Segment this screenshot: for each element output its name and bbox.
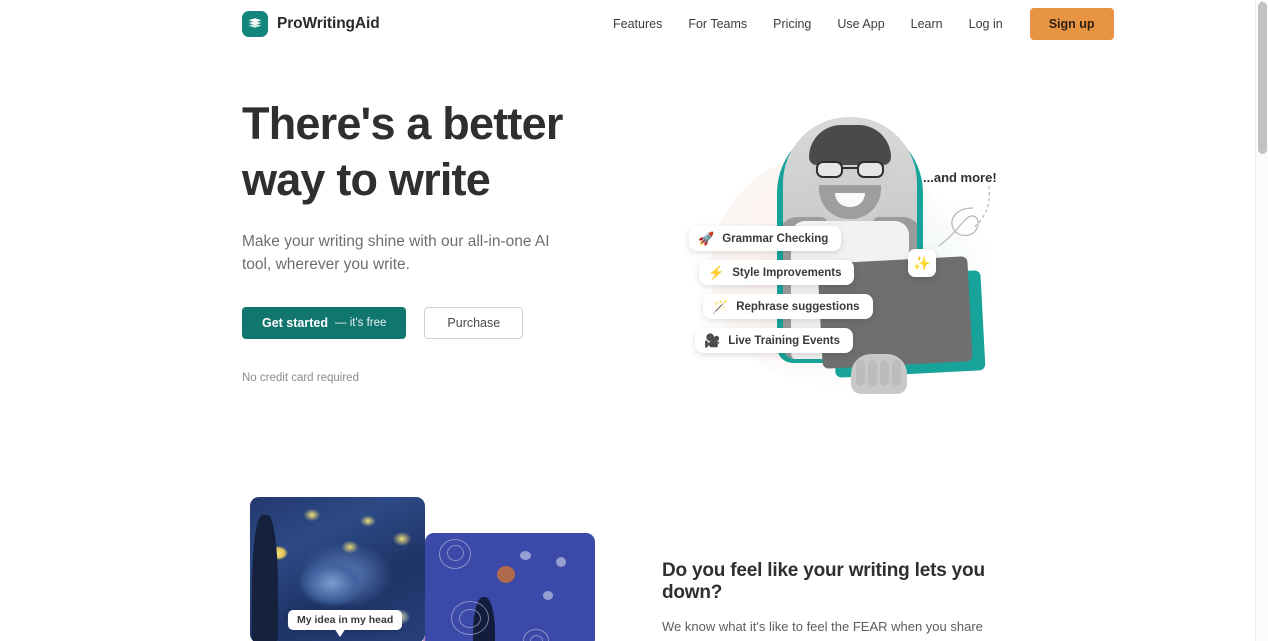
hero-illustration: 🚀 Grammar Checking ⚡ Style Improvements …: [655, 92, 1045, 394]
video-camera-icon: 🎥: [704, 333, 721, 348]
cypress-tree: [252, 515, 278, 641]
scrollbar-thumb[interactable]: [1258, 2, 1267, 154]
brand-name: ProWritingAid: [277, 15, 380, 32]
no-credit-card-note: No credit card required: [242, 372, 359, 384]
hero-content: There's a better way to write Make your …: [242, 96, 642, 384]
page-title: There's a better way to write: [242, 96, 642, 208]
brand-logo[interactable]: ProWritingAid: [242, 11, 380, 37]
chip-grammar-checking[interactable]: 🚀 Grammar Checking: [689, 226, 842, 251]
and-more-label: ...and more!: [923, 170, 997, 185]
hair: [809, 125, 891, 165]
chip-label: Live Training Events: [728, 334, 841, 347]
glasses-icon: [816, 161, 884, 178]
sparkle-icon: ✨: [908, 249, 936, 277]
signup-button[interactable]: Sign up: [1029, 8, 1114, 40]
orange-dot-decoration: [497, 566, 515, 583]
rocket-icon: 🚀: [698, 231, 715, 246]
hand: [851, 354, 907, 394]
magic-wand-icon: 🪄: [712, 299, 729, 314]
hero-title-line-2: way to write: [242, 154, 491, 205]
nav-log-in[interactable]: Log in: [956, 11, 1016, 37]
flat-artwork-panel: [425, 533, 595, 641]
chip-rephrase-suggestions[interactable]: 🪄 Rephrase suggestions: [703, 294, 873, 319]
get-started-free-suffix: — it's free: [335, 317, 387, 329]
lower-section-body: We know what it's like to feel the FEAR …: [662, 619, 1001, 641]
chip-live-training-events[interactable]: 🎥 Live Training Events: [695, 328, 854, 353]
lower-section-title: Do you feel like your writing lets you d…: [662, 560, 985, 603]
hero-title-line-1: There's a better: [242, 98, 563, 149]
chip-style-improvements[interactable]: ⚡ Style Improvements: [699, 260, 855, 285]
site-header: ProWritingAid Features For Teams Pricing…: [0, 0, 1255, 48]
nav-learn[interactable]: Learn: [898, 11, 956, 37]
page-scrollbar[interactable]: [1255, 0, 1268, 641]
idea-bubble-label: My idea in my head: [288, 610, 403, 630]
feature-chip-list: 🚀 Grammar Checking ⚡ Style Improvements …: [689, 226, 873, 353]
chip-label: Grammar Checking: [722, 232, 829, 245]
idea-bubble-tail: [334, 628, 346, 637]
chip-label: Style Improvements: [732, 266, 842, 279]
chip-label: Rephrase suggestions: [736, 300, 860, 313]
hero-cta-group: Get started — it's free Purchase: [242, 307, 642, 339]
get-started-label: Get started: [262, 316, 328, 330]
nav-for-teams[interactable]: For Teams: [675, 11, 760, 37]
nav-features[interactable]: Features: [600, 11, 675, 37]
artwork-comparison: My idea in my head: [250, 497, 595, 641]
lower-section-text: Do you feel like your writing lets you d…: [662, 560, 1022, 641]
purchase-button[interactable]: Purchase: [424, 307, 524, 339]
nav-use-app[interactable]: Use App: [824, 11, 897, 37]
book-logo-icon: [242, 11, 268, 37]
get-started-button[interactable]: Get started — it's free: [242, 307, 407, 339]
nav-pricing[interactable]: Pricing: [760, 11, 824, 37]
hero-subtitle: Make your writing shine with our all-in-…: [242, 233, 550, 273]
doodle-arrow-icon: [938, 185, 991, 247]
lightning-icon: ⚡: [708, 265, 725, 280]
page-viewport: ProWritingAid Features For Teams Pricing…: [0, 0, 1268, 641]
main-navigation: Features For Teams Pricing Use App Learn…: [600, 0, 1114, 48]
